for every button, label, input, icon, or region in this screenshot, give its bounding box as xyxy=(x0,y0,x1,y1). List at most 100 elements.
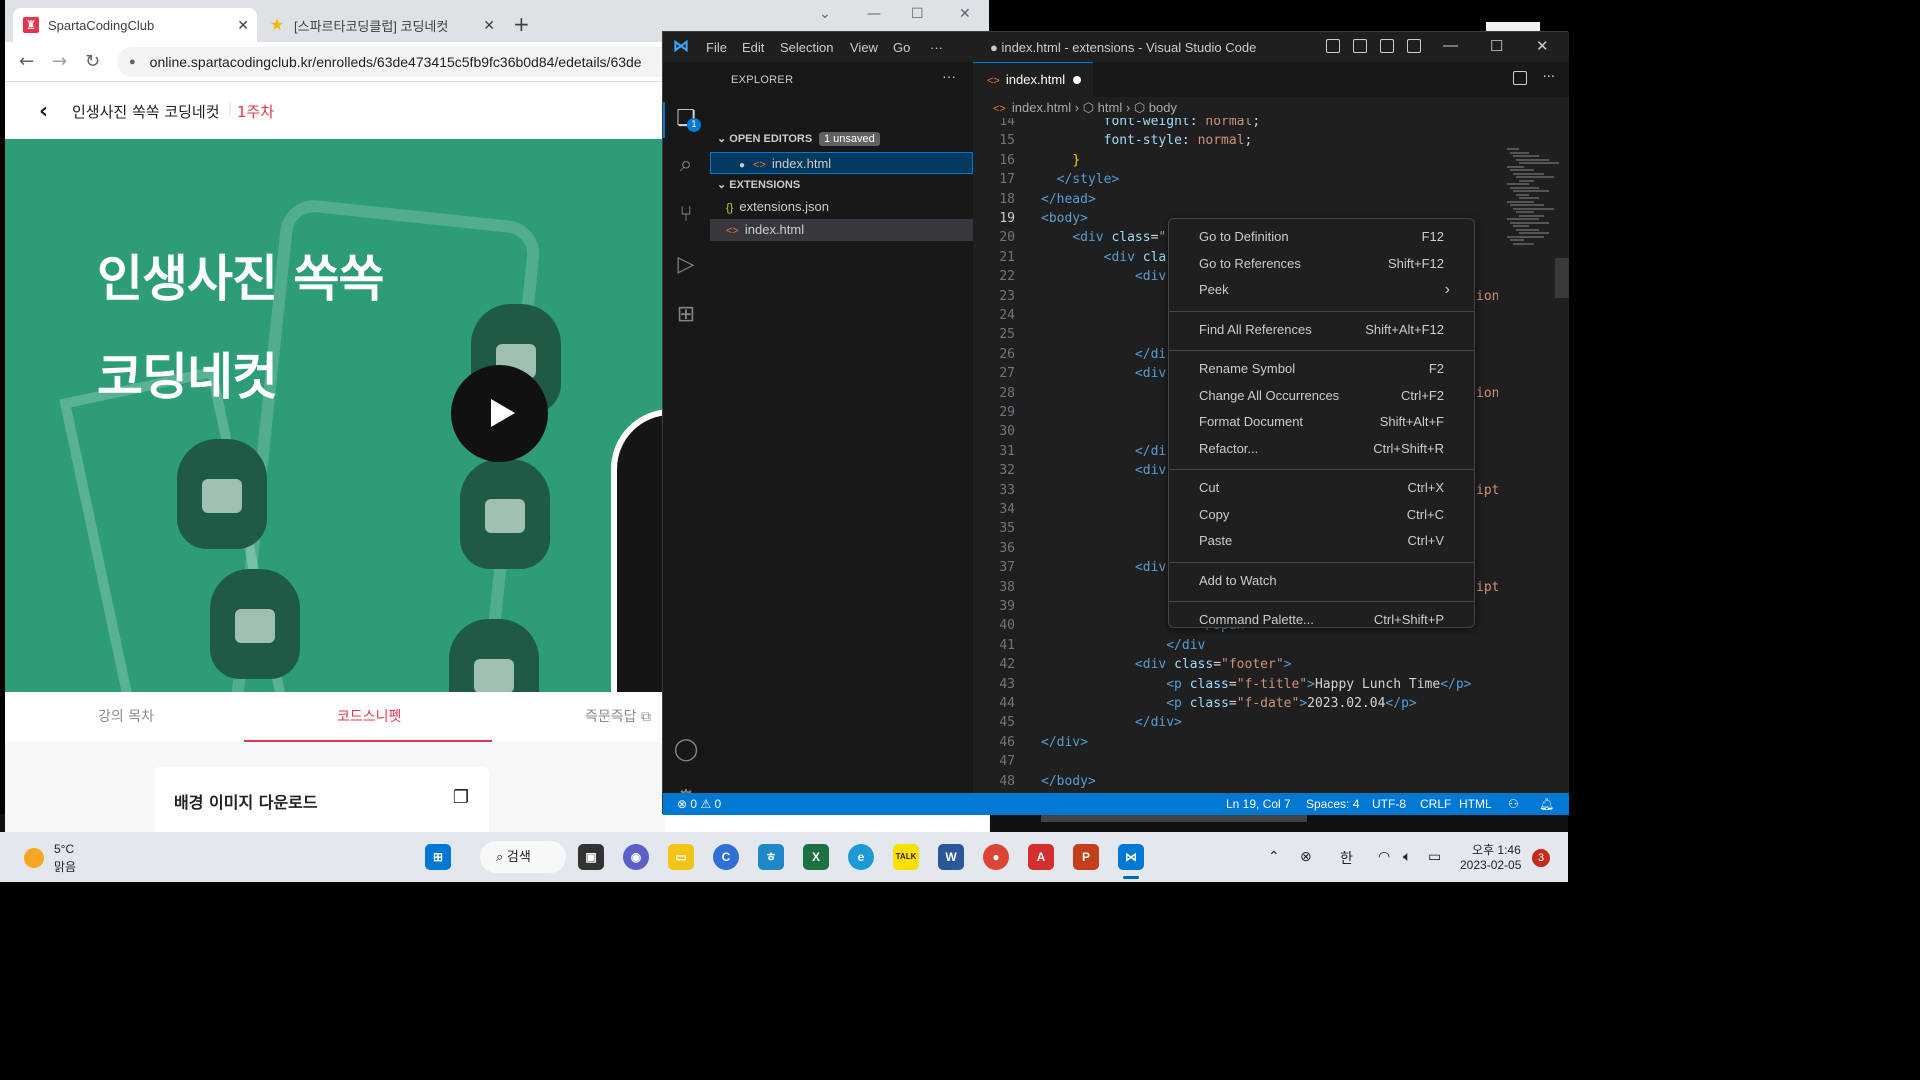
menu-item-go-to-references[interactable]: Go to References Shift+F12 xyxy=(1173,252,1470,276)
edge-icon[interactable]: e xyxy=(848,844,874,870)
code-line[interactable]: 15 font-style: normal; xyxy=(973,131,1498,150)
tray-app-icon[interactable]: ⊗ xyxy=(1300,848,1312,865)
browser-tab-codingnecut[interactable]: ★ [스파르타코딩클럽] 코딩네컷 ✕ xyxy=(259,8,503,42)
tab-search-icon[interactable]: ⌄ xyxy=(819,6,831,22)
ime-indicator[interactable]: 한 xyxy=(1340,848,1353,868)
code-line[interactable]: 44 <p class="f-date">2023.02.04</p> xyxy=(973,694,1498,713)
more-actions-icon[interactable]: ··· xyxy=(1543,70,1555,85)
encoding[interactable]: UTF-8 xyxy=(1372,797,1406,811)
menu-file[interactable]: File xyxy=(706,40,727,55)
chat-icon[interactable]: ◉ xyxy=(623,844,649,870)
indentation[interactable]: Spaces: 4 xyxy=(1306,797,1359,811)
menu-item-go-to-definition[interactable]: Go to Definition F12 xyxy=(1173,225,1470,249)
toggle-primary-sidebar-icon[interactable] xyxy=(1326,39,1340,53)
browser-tab-spartacodingclub[interactable]: ♜ SpartaCodingClub ✕ xyxy=(13,8,257,42)
play-icon[interactable] xyxy=(451,365,548,462)
acrobat-icon[interactable]: A xyxy=(1028,844,1054,870)
breadcrumb-html[interactable]: html xyxy=(1098,100,1123,115)
file-explorer-icon[interactable]: ▭ xyxy=(668,844,694,870)
breadcrumb-file[interactable]: index.html xyxy=(1012,100,1071,115)
battery-icon[interactable]: ▭ xyxy=(1428,848,1441,865)
code-line[interactable]: 43 <p class="f-title">Happy Lunch Time</… xyxy=(973,675,1498,694)
unsaved-dot-icon[interactable] xyxy=(1073,76,1082,84)
chrome-icon[interactable]: ● xyxy=(983,844,1009,870)
source-control-icon[interactable]: ⑂ xyxy=(673,202,699,228)
menu-item-format-document[interactable]: Format Document Shift+Alt+F xyxy=(1173,410,1470,434)
cursor-position[interactable]: Ln 19, Col 7 xyxy=(1226,797,1291,811)
menu-edit[interactable]: Edit xyxy=(742,40,764,55)
code-line[interactable]: 47 xyxy=(973,752,1498,771)
extensions-folder[interactable]: ⌄ EXTENSIONS xyxy=(717,178,800,191)
minimize-icon[interactable]: — xyxy=(1443,37,1458,54)
chevron-up-icon[interactable]: ⌃ xyxy=(1268,848,1280,865)
open-editor-item[interactable]: ● <> index.html xyxy=(710,152,973,174)
powerpoint-icon[interactable]: P xyxy=(1073,844,1099,870)
customize-layout-icon[interactable] xyxy=(1407,39,1421,53)
excel-icon[interactable]: X xyxy=(803,844,829,870)
code-line[interactable]: 46 </div> xyxy=(973,733,1498,752)
line-ending[interactable]: CRLF xyxy=(1420,797,1451,811)
clock-time[interactable]: 오후 1:46 xyxy=(1472,841,1521,858)
minimize-icon[interactable]: — xyxy=(867,6,881,22)
breadcrumb-body[interactable]: body xyxy=(1149,100,1177,115)
menu-item-peek[interactable]: Peek › xyxy=(1173,278,1470,302)
maximize-icon[interactable]: ☐ xyxy=(911,6,924,22)
menu-item-paste[interactable]: Paste Ctrl+V xyxy=(1173,529,1470,553)
snippet-card[interactable]: 배경 이미지 다운로드 ❐ xyxy=(154,767,489,832)
editor-tab-index-html[interactable]: <> index.html xyxy=(973,62,1093,97)
new-tab-button[interactable]: + xyxy=(513,12,530,36)
more-actions-icon[interactable]: ··· xyxy=(942,68,956,84)
kakaotalk-icon[interactable]: TALK xyxy=(893,844,919,870)
menu-item-command-palette[interactable]: Command Palette... Ctrl+Shift+P xyxy=(1173,608,1470,632)
start-icon[interactable]: ⊞ xyxy=(425,844,451,870)
clock-date[interactable]: 2023-02-05 xyxy=(1460,858,1521,872)
close-icon[interactable]: ✕ xyxy=(237,17,249,34)
menu-view[interactable]: View xyxy=(850,40,878,55)
weather-condition[interactable]: 맑음 xyxy=(54,858,76,875)
extensions-icon[interactable]: ⊞ xyxy=(673,302,699,328)
code-line[interactable]: 48 </body> xyxy=(973,772,1498,791)
feedback-icon[interactable]: ⚇ xyxy=(1508,797,1519,811)
tab-code-snippet[interactable]: 코드스니펫 xyxy=(337,706,401,726)
menu-item-rename-symbol[interactable]: Rename Symbol F2 xyxy=(1173,357,1470,381)
video-player[interactable]: 인생사진 쏙쏙 코딩네컷 xyxy=(5,139,665,692)
chevron-left-icon[interactable]: ‹ xyxy=(39,99,48,124)
toggle-panel-icon[interactable] xyxy=(1353,39,1367,53)
language-mode[interactable]: HTML xyxy=(1459,797,1492,811)
vertical-scrollbar[interactable] xyxy=(1555,258,1569,298)
app-icon-hangul[interactable]: ㅎ xyxy=(758,844,784,870)
menu-item-add-to-watch[interactable]: Add to Watch xyxy=(1173,569,1470,593)
task-view-icon[interactable]: ▣ xyxy=(578,844,604,870)
tab-qna[interactable]: 즉문즉답 ⧉ xyxy=(585,706,651,726)
file-item-extensions-json[interactable]: {} extensions.json xyxy=(710,196,973,218)
notification-badge[interactable]: 3 xyxy=(1532,849,1550,867)
weather-temperature[interactable]: 5°C xyxy=(54,842,74,856)
toggle-secondary-sidebar-icon[interactable] xyxy=(1380,39,1394,53)
vscode-taskbar-icon[interactable]: ⋈ xyxy=(1118,844,1144,870)
menu-item-change-all-occurrences[interactable]: Change All Occurrences Ctrl+F2 xyxy=(1173,384,1470,408)
open-editors-section[interactable]: ⌄ OPEN EDITORS xyxy=(717,132,812,145)
taskbar-search[interactable]: ⌕ 검색 xyxy=(480,841,566,873)
file-item-index-html[interactable]: <> index.html xyxy=(710,219,973,241)
close-window-icon[interactable]: ✕ xyxy=(1536,37,1549,55)
forward-arrow-icon[interactable]: → xyxy=(52,51,67,72)
code-line[interactable]: 42 <div class="footer"> xyxy=(973,655,1498,674)
menu-go[interactable]: Go xyxy=(893,40,910,55)
tab-lecture-contents[interactable]: 강의 목차 xyxy=(98,706,154,726)
menu-more[interactable]: ··· xyxy=(930,40,943,55)
run-debug-icon[interactable]: ▷ xyxy=(673,252,699,278)
app-icon-c[interactable]: C xyxy=(713,844,739,870)
split-editor-icon[interactable] xyxy=(1513,71,1527,85)
volume-icon[interactable]: 🔈︎ xyxy=(1403,848,1411,865)
back-arrow-icon[interactable]: ← xyxy=(19,51,34,72)
code-line[interactable]: 45 </div> xyxy=(973,713,1498,732)
word-icon[interactable]: W xyxy=(938,844,964,870)
sun-icon[interactable] xyxy=(24,848,44,868)
code-line[interactable]: 18 </head> xyxy=(973,190,1498,209)
bell-icon[interactable]: 🔔︎ xyxy=(1539,797,1554,811)
minimap[interactable] xyxy=(1503,148,1559,248)
maximize-icon[interactable]: ☐ xyxy=(1490,37,1503,55)
menu-item-refactor[interactable]: Refactor... Ctrl+Shift+R xyxy=(1173,437,1470,461)
menu-selection[interactable]: Selection xyxy=(780,40,833,55)
code-line[interactable]: 17 </style> xyxy=(973,170,1498,189)
